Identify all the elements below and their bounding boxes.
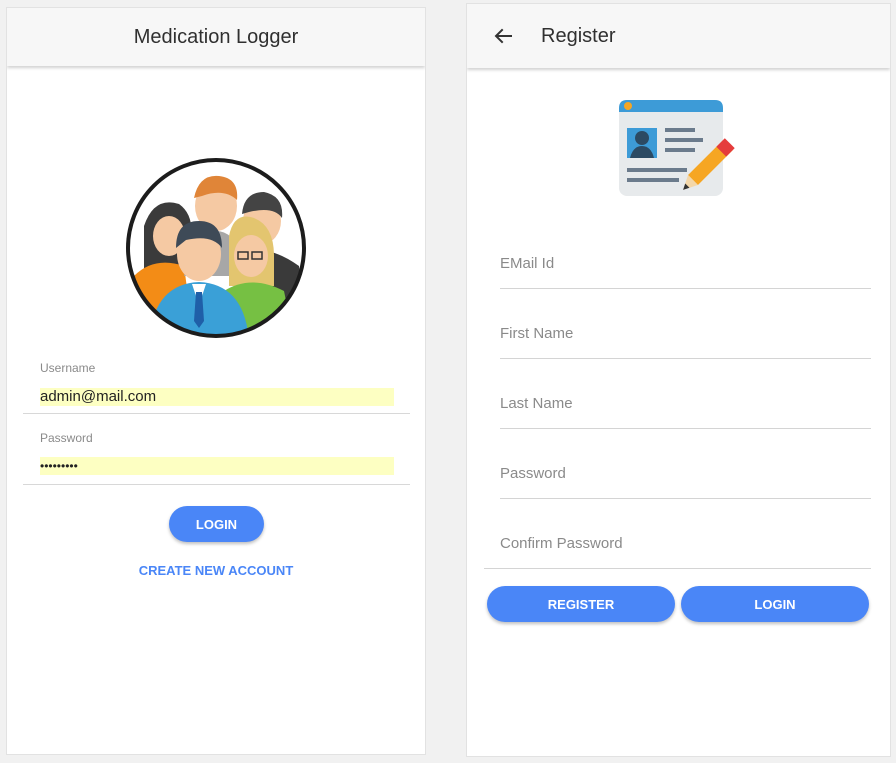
back-button[interactable] <box>489 22 517 50</box>
login-screen: Medication Logger Username admin@mail.co… <box>7 8 425 754</box>
password-underline <box>500 498 871 499</box>
password-field[interactable] <box>500 455 871 499</box>
first-name-field[interactable] <box>500 315 871 359</box>
email-input[interactable] <box>500 255 871 272</box>
first-name-underline <box>500 358 871 359</box>
login-button[interactable]: LOGIN <box>681 586 869 622</box>
id-card-edit-icon <box>619 100 735 196</box>
first-name-input[interactable] <box>500 325 871 342</box>
app-bar: Medication Logger <box>7 8 425 66</box>
confirm-password-field[interactable] <box>484 525 887 569</box>
password-input[interactable] <box>40 457 394 475</box>
register-screen: Register REGI <box>467 4 890 756</box>
page-title: Register <box>541 24 616 47</box>
last-name-input[interactable] <box>500 395 871 412</box>
last-name-underline <box>500 428 871 429</box>
confirm-password-underline <box>484 568 871 569</box>
login-button[interactable]: LOGIN <box>169 506 264 542</box>
arrow-back-icon <box>494 28 512 44</box>
app-bar: Register <box>467 4 890 68</box>
password-input[interactable] <box>500 465 871 482</box>
last-name-field[interactable] <box>500 385 871 429</box>
users-group-icon <box>126 158 306 338</box>
email-underline <box>500 288 871 289</box>
username-input[interactable] <box>40 388 394 406</box>
email-field[interactable] <box>500 245 871 289</box>
password-label: Password <box>40 431 93 445</box>
register-button[interactable]: REGISTER <box>487 586 675 622</box>
page-title: Medication Logger <box>133 25 299 48</box>
username-label: Username <box>40 361 96 375</box>
create-account-link[interactable]: CREATE NEW ACCOUNT <box>7 563 425 578</box>
username-underline <box>23 413 410 414</box>
password-underline <box>23 484 410 485</box>
confirm-password-input[interactable] <box>484 535 887 552</box>
